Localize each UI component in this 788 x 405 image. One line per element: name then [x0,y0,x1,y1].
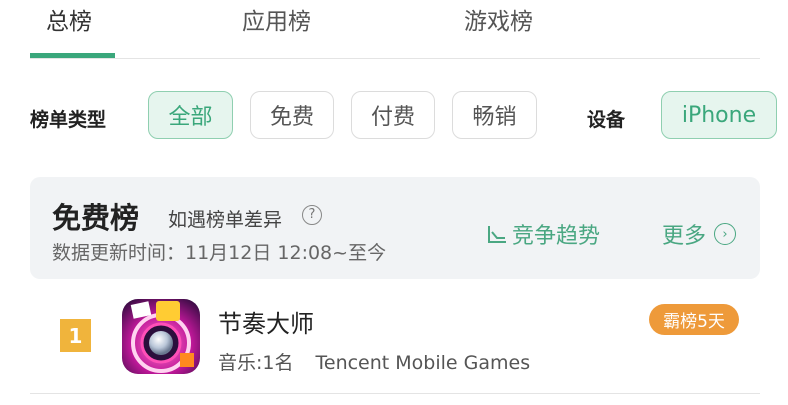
ranking-tabs: 总榜 应用榜 游戏榜 [30,0,760,59]
tab-games[interactable]: 游戏榜 [464,2,533,36]
filter-row: 榜单类型 全部 免费 付费 畅销 设备 iPhone [30,91,788,143]
active-tab-indicator [30,53,115,58]
panel-subtitle: 如遇榜单差异 [168,209,283,231]
tab-apps[interactable]: 应用榜 [242,2,311,36]
status-badge: 霸榜5天 [649,304,739,335]
trend-label: 竞争趋势 [512,224,601,249]
more-link[interactable]: 更多 › [662,218,737,250]
list-type-label: 榜单类型 [30,109,107,131]
device-iphone-button[interactable]: iPhone [661,91,777,139]
competition-trend-link[interactable]: 竞争趋势 [486,218,600,250]
tab-overall[interactable]: 总榜 [46,2,92,36]
more-label: 更多 [662,224,707,249]
update-time: 数据更新时间：11月12日 12:08~至今 [52,242,387,264]
filter-all-button[interactable]: 全部 [148,91,233,139]
panel-title: 免费榜 [52,201,140,235]
trend-line-icon [488,226,506,243]
rhythm-master-app-icon[interactable] [122,299,200,374]
filter-grossing-button[interactable]: 畅销 [452,91,537,139]
app-category-rank: 音乐:1名 [218,352,294,374]
rank-badge: 1 [60,319,91,352]
device-label: 设备 [587,109,626,131]
question-circle-icon[interactable]: ? [302,205,322,225]
filter-paid-button[interactable]: 付费 [351,91,435,139]
free-list-header-panel: 免费榜 如遇榜单差异 ? 数据更新时间：11月12日 12:08~至今 竞争趋势… [30,177,760,279]
filter-free-button[interactable]: 免费 [250,91,334,139]
app-meta: 音乐:1名 Tencent Mobile Games [218,348,530,375]
chevron-right-circle-icon: › [714,223,737,245]
app-name: 节奏大师 [218,310,314,338]
list-item[interactable]: 1 节奏大师 音乐:1名 Tencent Mobile Games 霸榜5天 [30,280,760,394]
app-developer: Tencent Mobile Games [315,352,531,374]
